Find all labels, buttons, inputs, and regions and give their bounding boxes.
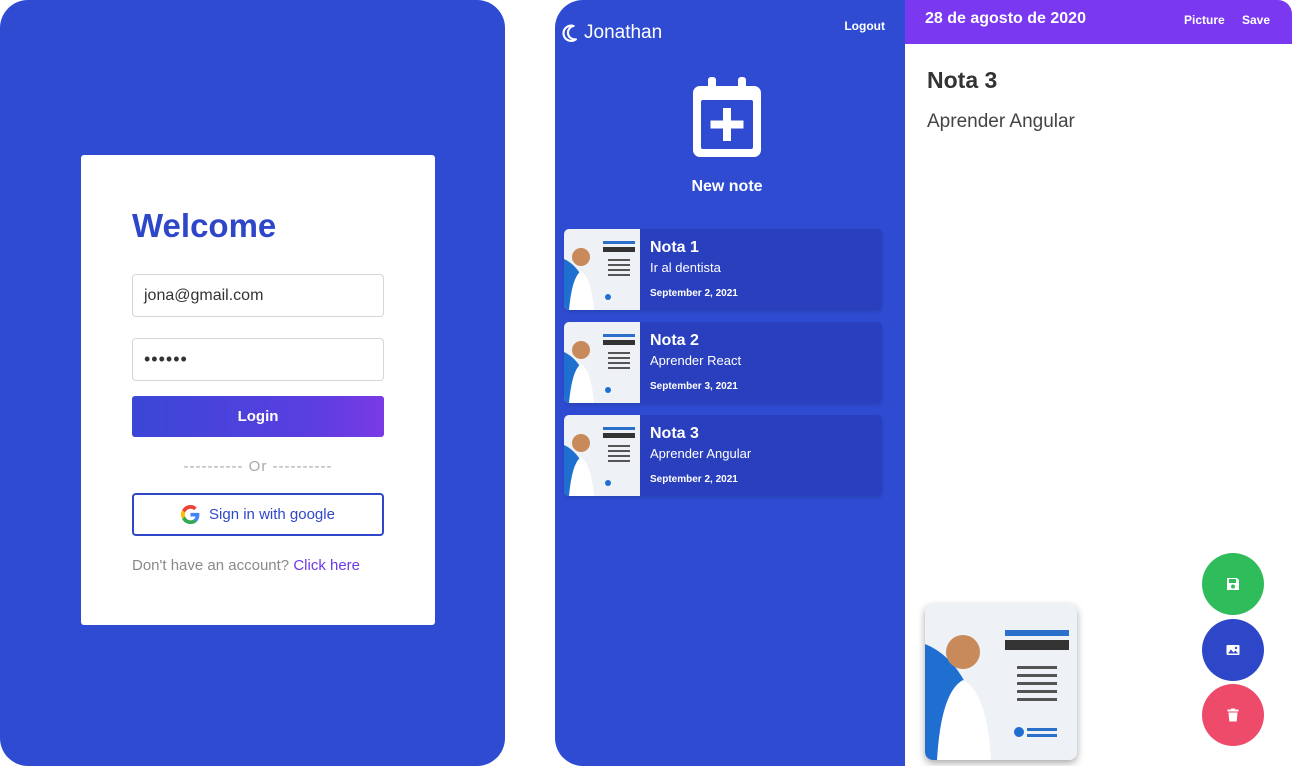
email-field[interactable]: jona@gmail.com	[132, 274, 384, 317]
note-list: Nota 1 Ir al dentista September 2, 2021	[564, 229, 882, 508]
note-entry-title: Nota 3	[650, 425, 699, 442]
signup-link[interactable]: Click here	[293, 557, 360, 574]
note-entry-date: September 3, 2021	[650, 381, 738, 392]
note-date: 28 de agosto de 2020	[925, 10, 1086, 27]
delete-fab[interactable]	[1202, 684, 1264, 746]
login-card: Welcome jona@gmail.com •••••• Login ----…	[81, 155, 435, 625]
new-note-button[interactable]: New note	[685, 76, 769, 196]
moon-icon	[562, 24, 577, 42]
note-attached-image	[925, 604, 1077, 760]
calendar-plus-icon	[693, 77, 761, 157]
note-thumbnail	[564, 322, 640, 403]
note-entry-body: Aprender React	[650, 353, 742, 368]
signup-prompt-text: Don't have an account?	[132, 557, 290, 574]
app-screens: Welcome jona@gmail.com •••••• Login ----…	[0, 0, 1292, 766]
note-title-input[interactable]: Nota 3	[927, 67, 997, 94]
google-icon	[181, 505, 200, 524]
notes-sidebar: Jonathan Logout New note Nota 1 Ir al de…	[555, 0, 905, 766]
save-fab[interactable]	[1202, 553, 1264, 615]
or-divider: ---------- Or ----------	[183, 458, 333, 475]
floppy-disk-icon	[1227, 578, 1239, 590]
note-body-textarea[interactable]: Aprender Angular	[927, 111, 1075, 133]
note-thumbnail	[564, 229, 640, 310]
image-icon	[1226, 645, 1240, 655]
editor-toolbar: 28 de agosto de 2020 Picture Save	[905, 0, 1292, 44]
trash-icon	[1227, 708, 1239, 722]
login-screen: Welcome jona@gmail.com •••••• Login ----…	[0, 0, 505, 766]
google-signin-label: Sign in with google	[209, 506, 335, 523]
note-editor: 28 de agosto de 2020 Picture Save Nota 3…	[905, 0, 1292, 766]
note-entry-body: Aprender Angular	[650, 446, 752, 461]
picture-fab[interactable]	[1202, 619, 1264, 681]
note-entry[interactable]: Nota 3 Aprender Angular September 2, 202…	[564, 415, 882, 496]
save-button[interactable]: Save	[1242, 13, 1270, 27]
note-entry[interactable]: Nota 2 Aprender React September 3, 2021	[564, 322, 882, 403]
note-entry-body: Ir al dentista	[650, 260, 721, 275]
new-note-label: New note	[691, 178, 763, 195]
note-thumbnail	[564, 415, 640, 496]
password-field[interactable]: ••••••	[132, 338, 384, 381]
welcome-title: Welcome	[132, 207, 277, 244]
note-entry-date: September 2, 2021	[650, 288, 738, 299]
note-entry-title: Nota 2	[650, 332, 699, 349]
user-info: Jonathan	[561, 22, 662, 44]
note-entry-title: Nota 1	[650, 239, 699, 256]
signup-prompt: Don't have an account? Click here	[132, 557, 360, 574]
login-button[interactable]: Login	[132, 396, 384, 437]
picture-button[interactable]: Picture	[1184, 13, 1225, 27]
google-signin-button[interactable]: Sign in with google	[132, 493, 384, 536]
note-entry-date: September 2, 2021	[650, 474, 738, 485]
note-entry[interactable]: Nota 1 Ir al dentista September 2, 2021	[564, 229, 882, 310]
logout-button[interactable]: Logout	[844, 19, 885, 33]
username: Jonathan	[584, 22, 663, 43]
